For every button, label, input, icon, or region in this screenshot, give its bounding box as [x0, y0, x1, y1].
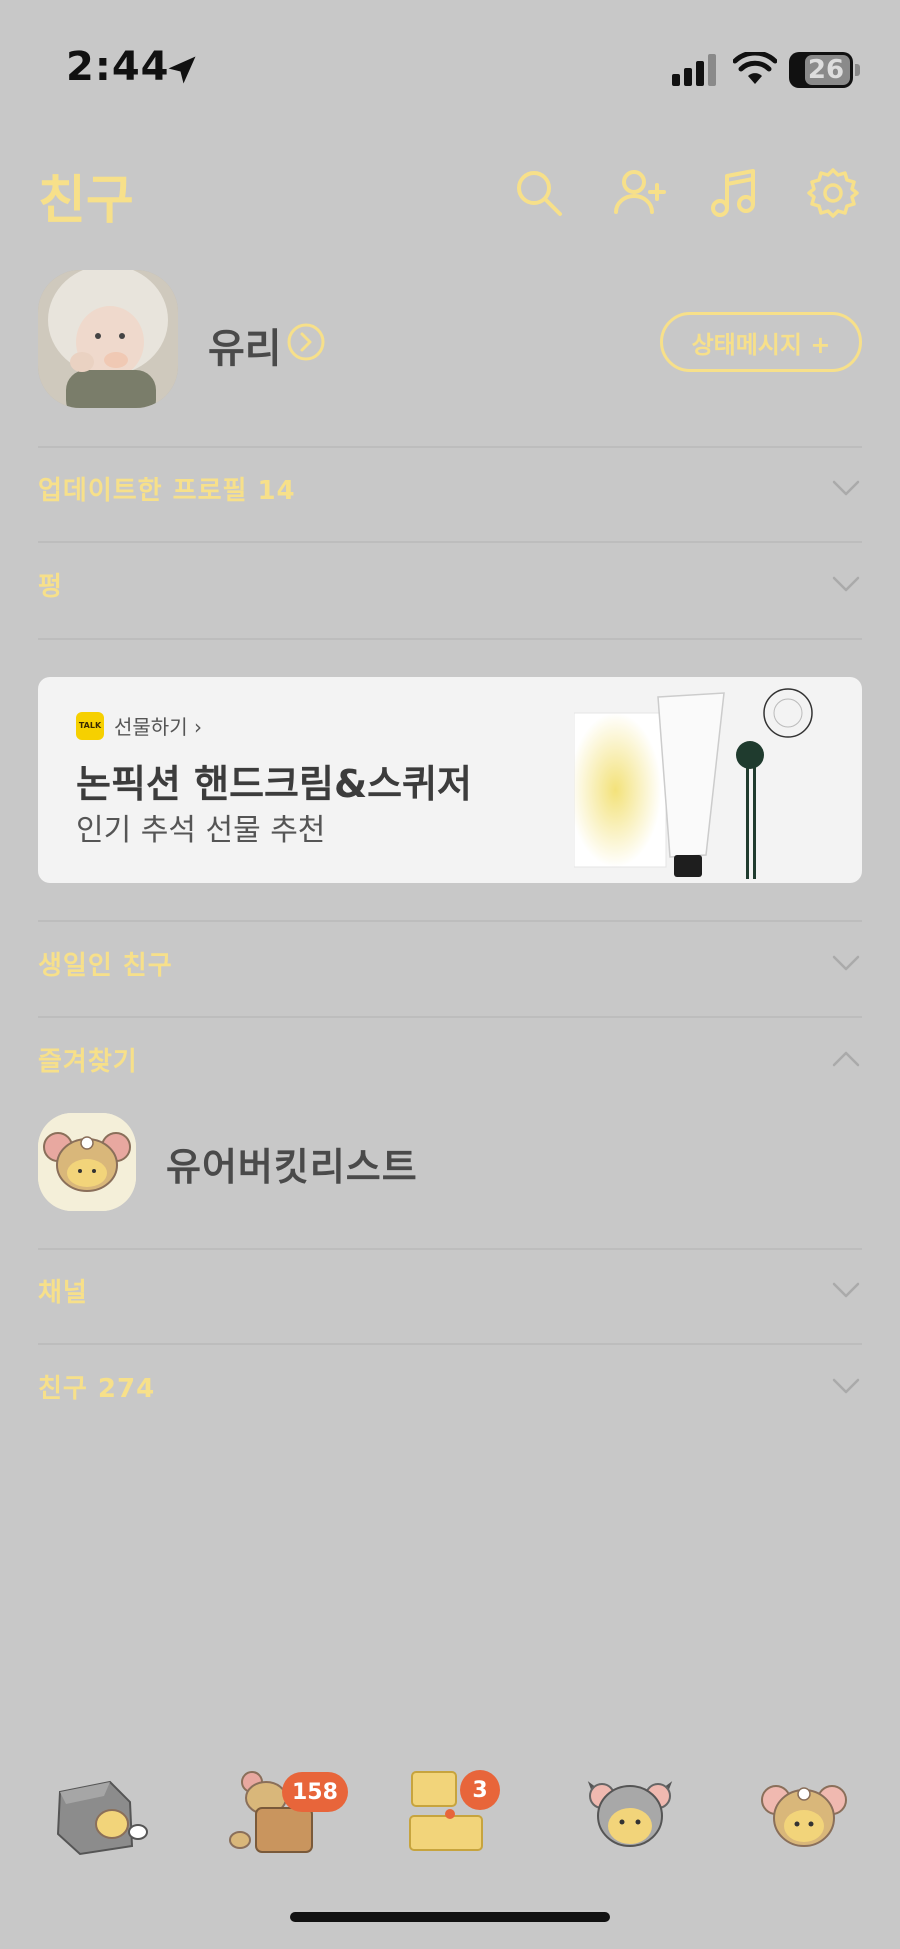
- settings-icon[interactable]: [806, 166, 860, 220]
- my-profile-name[interactable]: 유리: [208, 316, 282, 374]
- chevron-down-icon[interactable]: [830, 953, 862, 973]
- cellular-signal-icon: [672, 54, 716, 86]
- chats-badge: 158: [282, 1772, 348, 1812]
- hand-cream-product-image: [574, 688, 813, 879]
- section-pung[interactable]: 펑: [38, 566, 63, 603]
- home-indicator[interactable]: [290, 1912, 610, 1922]
- shopping-tab[interactable]: [582, 1762, 678, 1858]
- chevron-down-icon[interactable]: [830, 1376, 862, 1396]
- section-favorites[interactable]: 즐겨찾기: [38, 1041, 138, 1078]
- more-tab-icon: [761, 1785, 847, 1847]
- gift-ad-banner[interactable]: TALK 선물하기 › 논픽션 핸드크림&스퀴저 인기 추석 선물 추천: [38, 677, 862, 883]
- divider: [38, 1016, 862, 1018]
- wifi-icon: [733, 52, 777, 84]
- friends-tab-icon: [56, 1780, 148, 1856]
- section-birthday-friends[interactable]: 생일인 친구: [38, 945, 173, 982]
- battery-level: 26: [807, 55, 845, 85]
- openchat-badge: 3: [460, 1770, 500, 1810]
- divider: [38, 920, 862, 922]
- divider: [38, 638, 862, 640]
- my-profile-avatar[interactable]: [38, 270, 178, 408]
- chevron-down-icon[interactable]: [830, 478, 862, 498]
- status-message-button[interactable]: 상태메시지 +: [660, 312, 862, 372]
- more-tab[interactable]: [756, 1762, 852, 1858]
- status-time: 2:44: [66, 44, 170, 90]
- shopping-tab-icon: [587, 1781, 673, 1847]
- page-title: 친구: [38, 171, 134, 231]
- banner-title: 논픽션 핸드크림&스퀴저: [76, 762, 472, 806]
- gift-shop-label: 선물하기 ›: [114, 715, 202, 739]
- banner-subtitle: 인기 추석 선물 추천: [76, 813, 326, 848]
- friends-tab[interactable]: [52, 1762, 148, 1858]
- divider: [38, 446, 862, 448]
- chevron-down-icon[interactable]: [830, 574, 862, 594]
- section-channel[interactable]: 채널: [38, 1272, 88, 1309]
- search-icon[interactable]: [512, 166, 566, 220]
- favorite-friend-avatar[interactable]: [38, 1113, 136, 1211]
- talk-badge-icon: TALK: [76, 712, 104, 740]
- battery-icon: 26: [789, 52, 860, 88]
- chevron-down-icon[interactable]: [830, 1280, 862, 1300]
- music-icon[interactable]: [707, 166, 761, 220]
- favorite-friend-name[interactable]: 유어버킷리스트: [166, 1136, 418, 1191]
- divider: [38, 1343, 862, 1345]
- section-friends[interactable]: 친구 274: [38, 1368, 155, 1405]
- section-updated-profiles[interactable]: 업데이트한 프로필 14: [38, 470, 296, 507]
- divider: [38, 1248, 862, 1250]
- chevron-right-circle-icon[interactable]: [286, 322, 326, 362]
- openchat-tab[interactable]: 3: [402, 1762, 500, 1858]
- chevron-up-icon[interactable]: [830, 1049, 862, 1069]
- divider: [38, 541, 862, 543]
- location-arrow-icon: [168, 56, 196, 84]
- add-friend-icon[interactable]: [612, 166, 666, 220]
- chats-tab[interactable]: 158: [226, 1762, 348, 1858]
